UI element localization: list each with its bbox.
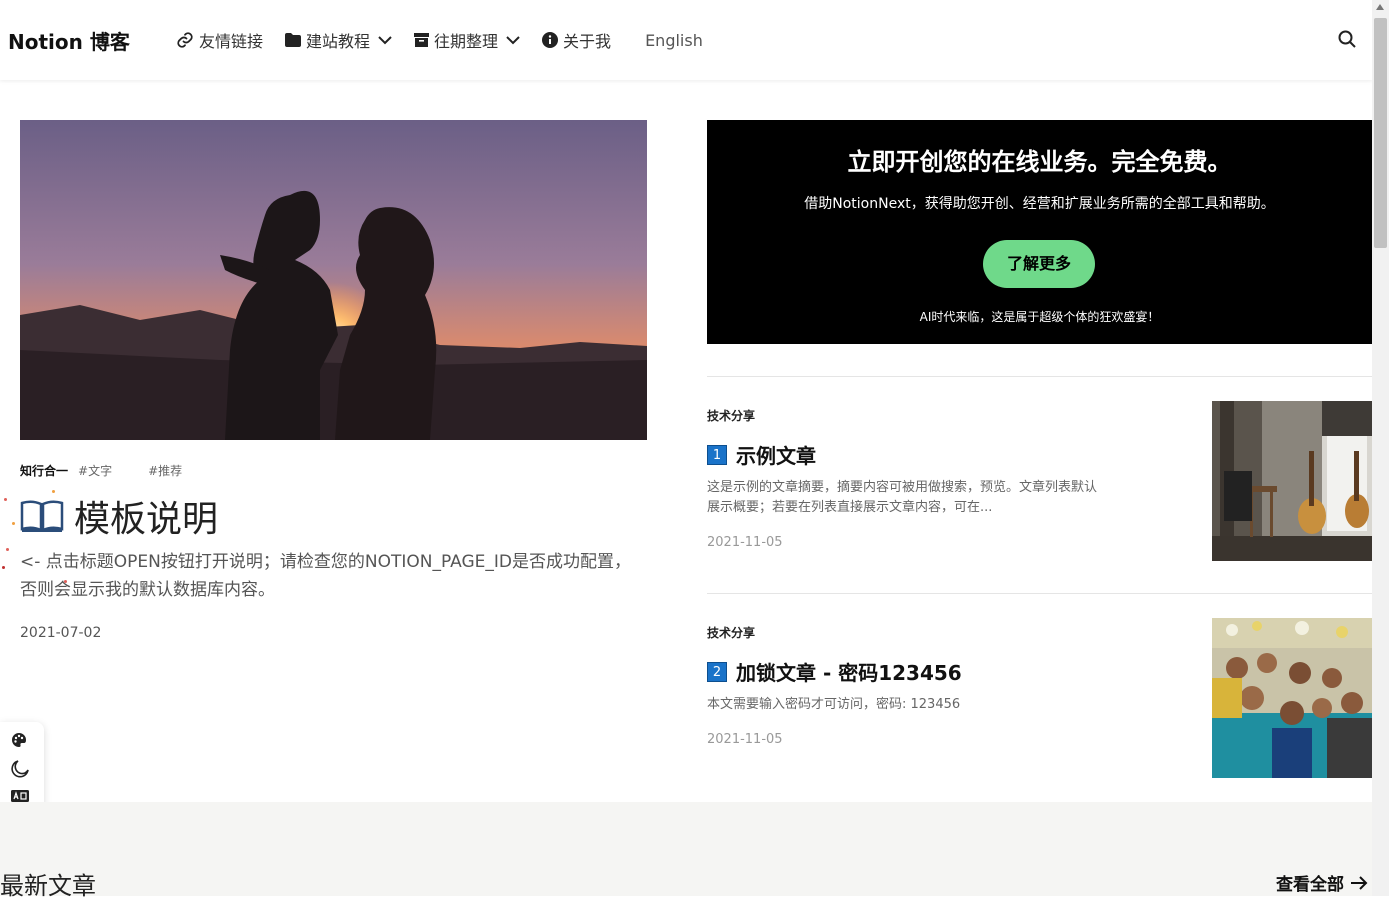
- sunset-couple-image: [20, 120, 647, 440]
- nav-item-friend-links[interactable]: 友情链接: [176, 28, 263, 52]
- search-icon: [1338, 30, 1356, 48]
- search-button[interactable]: [1338, 30, 1356, 52]
- article-date: 2021-11-05: [707, 732, 783, 747]
- divider: [707, 376, 1372, 377]
- sparkle-decoration: [52, 490, 55, 493]
- hero-title[interactable]: 模板说明: [20, 490, 218, 542]
- number-badge-icon: 2: [707, 661, 727, 682]
- theme-palette-button[interactable]: [11, 732, 27, 752]
- promo-footer: AI时代来临，这是属于超级个体的狂欢盛宴！: [919, 310, 1160, 324]
- dark-mode-toggle[interactable]: [11, 758, 31, 782]
- promo-title: 立即开创您的在线业务。完全免费。: [847, 148, 1232, 176]
- site-header: Notion 博客 友情链接 建站教程 往期整理 关于我 English: [0, 0, 1372, 80]
- nav-label: 往期整理: [434, 32, 499, 51]
- hero-summary: <- 点击标题OPEN按钮打开说明；请检查您的NOTION_PAGE_ID是否成…: [20, 552, 631, 600]
- hero-cover-image[interactable]: [20, 120, 647, 440]
- view-all-link[interactable]: 查看全部: [1276, 870, 1368, 895]
- translate-icon: [11, 790, 29, 802]
- sparkle-decoration: [6, 548, 9, 551]
- article-summary: 本文需要输入密码才可访问，密码: 123456: [707, 697, 961, 712]
- group-selfie-image: [1212, 618, 1372, 778]
- article-summary: 这是示例的文章摘要，摘要内容可被用做搜索，预览。文章列表默认展示概要；若要在列表…: [707, 480, 1098, 515]
- article-title[interactable]: 1 示例文章: [707, 440, 816, 469]
- sparkle-decoration: [4, 498, 7, 501]
- sparkle-decoration: [2, 566, 5, 569]
- info-icon: [542, 32, 559, 48]
- article-thumbnail[interactable]: [1212, 401, 1372, 561]
- article-date: 2021-11-05: [707, 535, 783, 550]
- article-thumbnail[interactable]: [1212, 618, 1372, 778]
- open-book-icon: [20, 500, 64, 532]
- learn-more-button[interactable]: 了解更多: [983, 240, 1095, 288]
- nav-label: English: [645, 30, 703, 50]
- hero-tag[interactable]: #文字: [78, 462, 112, 479]
- number-badge-icon: 1: [707, 444, 727, 465]
- guitar-room-image: [1212, 401, 1372, 561]
- divider: [707, 593, 1372, 594]
- view-all-label: 查看全部: [1276, 875, 1344, 895]
- hero-title-text: 模板说明: [74, 499, 219, 540]
- sparkle-decoration: [64, 580, 67, 583]
- arrow-right-icon: [1351, 875, 1368, 890]
- article-title[interactable]: 2 加锁文章 - 密码123456: [707, 657, 962, 686]
- nav-item-about[interactable]: 关于我: [542, 28, 611, 52]
- nav-item-site-tutorial[interactable]: 建站教程: [285, 28, 392, 52]
- promo-subtitle: 借助NotionNext，获得助您开创、经营和扩展业务所需的全部工具和帮助。: [804, 196, 1275, 212]
- scrollbar-thumb[interactable]: [1374, 18, 1387, 248]
- nav-label: 建站教程: [306, 32, 371, 51]
- chevron-down-icon: [506, 36, 520, 45]
- folder-icon: [285, 33, 302, 47]
- nav-item-english[interactable]: English: [645, 31, 703, 50]
- scroll-up-arrow-icon[interactable]: [1376, 4, 1384, 10]
- nav-item-archive[interactable]: 往期整理: [414, 28, 520, 52]
- hero-date: 2021-07-02: [20, 625, 102, 641]
- main-nav: 友情链接 建站教程 往期整理 关于我 English: [176, 28, 725, 52]
- hero-tag[interactable]: #推荐: [148, 462, 182, 479]
- promo-banner: 立即开创您的在线业务。完全免费。 借助NotionNext，获得助您开创、经营和…: [707, 120, 1372, 344]
- nav-label: 关于我: [563, 32, 612, 51]
- article-category[interactable]: 技术分享: [707, 407, 755, 424]
- article-title-text: 加锁文章 - 密码123456: [736, 661, 962, 685]
- chevron-down-icon: [378, 36, 392, 45]
- hero-meta: 知行合一 #文字 #推荐: [20, 462, 218, 479]
- latest-section: [0, 802, 1372, 896]
- sparkle-decoration: [12, 522, 15, 525]
- article-title-text: 示例文章: [736, 444, 816, 468]
- archive-icon: [414, 33, 430, 47]
- palette-icon: [12, 733, 26, 747]
- site-logo[interactable]: Notion 博客: [8, 26, 130, 55]
- link-icon: [177, 32, 193, 48]
- page-scrollbar[interactable]: [1372, 0, 1389, 896]
- article-category[interactable]: 技术分享: [707, 624, 755, 641]
- nav-label: 友情链接: [199, 32, 264, 51]
- moon-icon: [11, 760, 29, 778]
- hero-category[interactable]: 知行合一: [20, 462, 68, 479]
